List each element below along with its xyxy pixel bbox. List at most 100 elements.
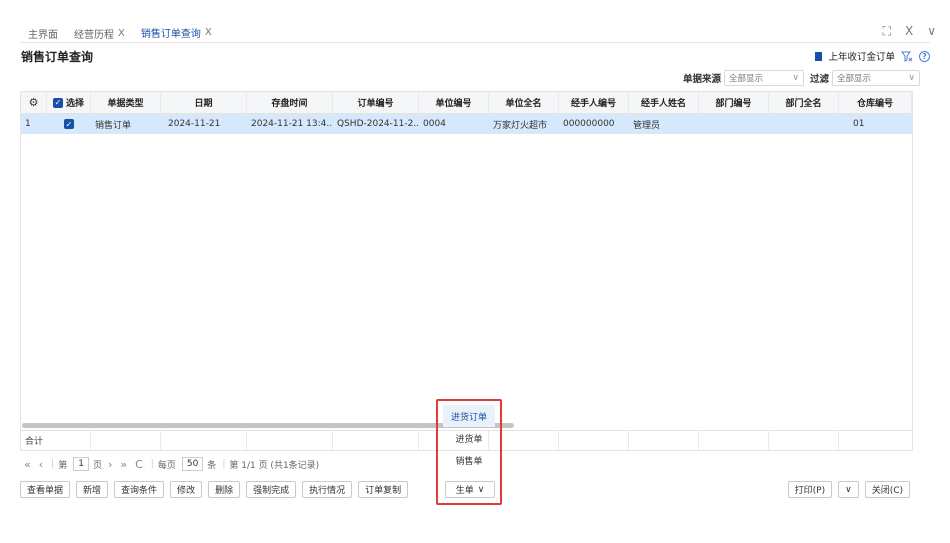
header-dept-name[interactable]: 部门全名 xyxy=(769,92,839,113)
row-select[interactable]: ✓ xyxy=(47,114,91,134)
delete-button[interactable]: 删除 xyxy=(208,481,241,498)
per-page-prefix: 每页 xyxy=(157,460,176,471)
generate-dropdown-menu: 进货订单 进货单 销售单 xyxy=(443,405,495,471)
query-conditions-button[interactable]: 查询条件 xyxy=(114,481,165,498)
divider: | xyxy=(222,459,226,469)
prev-page-button[interactable]: ‹ xyxy=(39,458,43,471)
print-options-button[interactable]: ∨ xyxy=(838,481,859,498)
header-handler-name[interactable]: 经手人姓名 xyxy=(629,92,699,113)
cell-dept-name xyxy=(769,114,839,134)
pagination: « ‹ | 第 1 页 › » C | 每页 50 条 | 第 1/1 页 (共… xyxy=(24,456,325,472)
edit-button[interactable]: 修改 xyxy=(170,481,203,498)
cell-unit-code: 0004 xyxy=(423,119,446,129)
summary-cell xyxy=(769,431,839,450)
chevron-down-icon[interactable]: ∨ xyxy=(927,24,936,39)
cell-handler-code: 000000000 xyxy=(563,119,615,129)
cell-order-no: QSHD-2024-11-2... xyxy=(337,119,419,129)
copy-order-button[interactable]: 订单复制 xyxy=(358,481,409,498)
top-right-tools: 上年收订金订单 ? xyxy=(815,49,930,63)
first-page-button[interactable]: « xyxy=(24,458,31,471)
cell-date: 2024-11-21 xyxy=(168,119,221,129)
summary-label: 合计 xyxy=(21,431,91,450)
tab-business-history[interactable]: 经营历程 X xyxy=(74,26,125,43)
header-unit-name[interactable]: 单位全名 xyxy=(489,92,559,113)
header-unit-code[interactable]: 单位编号 xyxy=(419,92,489,113)
header-dept-code[interactable]: 部门编号 xyxy=(699,92,769,113)
tab-label: 主界面 xyxy=(28,30,58,41)
page-prefix: 第 xyxy=(58,460,68,471)
tab-label: 销售订单查询 xyxy=(140,29,201,40)
execution-status-button[interactable]: 执行情况 xyxy=(302,481,353,498)
cell-warehouse-code: 01 xyxy=(853,119,865,129)
close-icon[interactable]: X xyxy=(905,24,913,39)
orders-table: ⚙ ✓ 选择 单据类型 日期 存盘时间 订单编号 单位编号 单位全名 经手人编号 … xyxy=(20,91,913,431)
chevron-down-icon: ∨ xyxy=(792,73,799,83)
action-toolbar: 查看单据 新增 查询条件 修改 删除 强制完成 执行情况 订单复制 xyxy=(20,481,414,498)
column-settings[interactable]: ⚙ xyxy=(21,92,47,113)
divider: | xyxy=(150,459,154,469)
close-icon[interactable]: X xyxy=(118,28,125,39)
tab-bar: 主界面 经营历程 X 销售订单查询 X xyxy=(28,27,228,43)
help-icon[interactable]: ? xyxy=(919,50,930,62)
generate-button[interactable]: 生单 ∨ xyxy=(445,481,495,498)
window-controls: ⛶ X ∨ xyxy=(883,24,936,39)
right-toolbar: 打印(P) ∨ 关闭(C) xyxy=(782,481,910,498)
checkbox-icon[interactable]: ✓ xyxy=(64,119,74,129)
page-input[interactable]: 1 xyxy=(73,457,89,471)
source-select[interactable]: 全部显示 ∨ xyxy=(723,70,804,86)
summary-cell xyxy=(559,431,629,450)
table-row[interactable]: 1 ✓ 销售订单 2024-11-21 2024-11-21 13:4... Q… xyxy=(21,114,912,134)
page-suffix: 页 xyxy=(92,460,102,471)
close-icon[interactable]: X xyxy=(205,27,212,38)
header-type[interactable]: 单据类型 xyxy=(91,92,161,113)
last-page-button[interactable]: » xyxy=(120,458,127,471)
print-button[interactable]: 打印(P) xyxy=(787,481,833,498)
filter-bar: 单据来源 全部显示 ∨ 过滤 全部显示 ∨ xyxy=(683,70,920,86)
cell-dept-code xyxy=(699,114,769,134)
add-button[interactable]: 新增 xyxy=(76,481,109,498)
header-warehouse-code[interactable]: 仓库编号 xyxy=(839,92,912,113)
row-index: 1 xyxy=(25,119,31,129)
prior-year-deposit-label[interactable]: 上年收订金订单 xyxy=(828,49,895,63)
next-page-button[interactable]: › xyxy=(108,458,112,471)
menu-item-sales-receipt[interactable]: 销售单 xyxy=(443,449,495,471)
fullscreen-icon[interactable]: ⛶ xyxy=(883,24,891,39)
filter-value: 全部显示 xyxy=(837,74,872,84)
checkbox-icon[interactable] xyxy=(815,51,823,61)
per-page-input[interactable]: 50 xyxy=(181,457,204,471)
summary-cell xyxy=(699,431,769,450)
header-save-time[interactable]: 存盘时间 xyxy=(247,92,333,113)
refresh-icon[interactable]: C xyxy=(135,458,143,471)
header-label: 选择 xyxy=(65,99,84,109)
filter-icon[interactable] xyxy=(901,51,913,62)
summary-cell xyxy=(333,431,419,450)
header-select[interactable]: ✓ 选择 xyxy=(47,92,91,113)
page-title: 销售订单查询 xyxy=(21,50,94,64)
tab-home[interactable]: 主界面 xyxy=(28,26,58,43)
tab-label: 经营历程 xyxy=(74,30,114,41)
menu-item-purchase-order[interactable]: 进货订单 xyxy=(443,405,495,427)
view-document-button[interactable]: 查看单据 xyxy=(20,481,71,498)
tab-divider xyxy=(20,42,930,43)
source-label: 单据来源 xyxy=(682,74,721,85)
header-order-no[interactable]: 订单编号 xyxy=(333,92,419,113)
cell-handler-name: 管理员 xyxy=(633,120,661,131)
generate-label: 生单 xyxy=(455,486,474,496)
menu-item-purchase-receipt[interactable]: 进货单 xyxy=(443,427,495,449)
gear-icon[interactable]: ⚙ xyxy=(29,96,39,109)
summary-cell xyxy=(247,431,333,450)
filter-select[interactable]: 全部显示 ∨ xyxy=(832,70,920,86)
chevron-down-icon: ∨ xyxy=(908,73,915,83)
tab-sales-order-query[interactable]: 销售订单查询 X xyxy=(140,25,212,43)
filter-label: 过滤 xyxy=(809,74,829,85)
header-handler-code[interactable]: 经手人编号 xyxy=(559,92,629,113)
table-header: ⚙ ✓ 选择 单据类型 日期 存盘时间 订单编号 单位编号 单位全名 经手人编号 … xyxy=(21,92,912,114)
close-button[interactable]: 关闭(C) xyxy=(864,481,910,498)
summary-cell xyxy=(161,431,247,450)
source-value: 全部显示 xyxy=(728,74,763,84)
cell-unit-name: 万家灯火超市 xyxy=(493,120,548,131)
header-date[interactable]: 日期 xyxy=(161,92,247,113)
force-complete-button[interactable]: 强制完成 xyxy=(246,481,297,498)
summary-cell xyxy=(91,431,161,450)
checkbox-icon[interactable]: ✓ xyxy=(52,97,63,108)
